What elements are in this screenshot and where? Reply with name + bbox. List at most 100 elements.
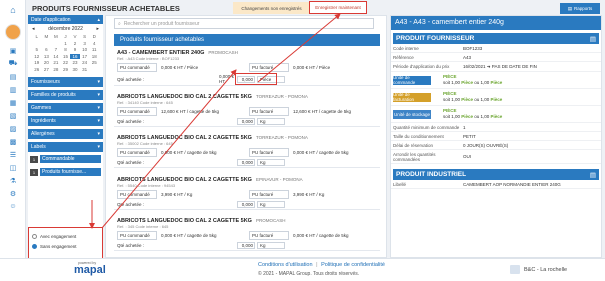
calendar-day[interactable]: 20 xyxy=(42,60,52,65)
calendar-day[interactable]: 15 xyxy=(61,54,71,59)
avec-engagement-option[interactable]: Avec engagement xyxy=(32,231,99,241)
calendar-day xyxy=(89,67,99,72)
save-now-button[interactable]: Enregistrer maintenant xyxy=(309,1,367,14)
calendar-day[interactable]: 19 xyxy=(32,60,42,65)
calendar-day[interactable]: 30 xyxy=(70,67,80,72)
produits-filter[interactable]: 1 Produits fournisse... xyxy=(28,167,103,178)
calendar-day[interactable]: 31 xyxy=(80,67,90,72)
filter-section-5[interactable]: Labels ▾ xyxy=(28,141,103,152)
calendar-day[interactable]: 3 xyxy=(80,41,90,46)
detail-value: OUI xyxy=(463,154,472,159)
weekday-label: L xyxy=(35,34,39,39)
product-item[interactable]: ABRICOTS LANGUEDOC BIO CAL 2 CAGETTE 5KG… xyxy=(114,93,380,127)
libelle-row: Libellé CAMEMBERT AOP NORMANDIE ENTIER 2… xyxy=(391,180,601,189)
calendar-day[interactable]: 12 xyxy=(32,54,42,59)
recipe-icon[interactable]: ▦ xyxy=(0,96,26,109)
calendar-day[interactable]: 29 xyxy=(61,67,71,72)
stock-icon[interactable]: ▧ xyxy=(0,109,26,122)
filter-section-0[interactable]: Fournisseurs ▾ xyxy=(28,76,103,87)
qty-unit-select[interactable]: Kg xyxy=(257,118,285,125)
qty-unit-select[interactable]: Kg xyxy=(257,242,285,249)
calendar-grid: L M M J V S D 1 2 3 4 5 6 7 8 9 10 11 12 13 14 15 16 17 18 19 20 21… xyxy=(32,34,99,72)
unit-button[interactable]: Unité de stockage xyxy=(393,109,431,119)
reports-button[interactable]: ▤ Rapports xyxy=(560,3,600,14)
calendar-day[interactable]: 1 xyxy=(61,41,71,46)
product-item[interactable]: ABRICOTS LANGUEDOC BIO CAL 2 CAGETTE 5KG… xyxy=(114,176,380,210)
settings-icon[interactable]: ⚙ xyxy=(0,187,26,200)
filter-section-4[interactable]: Allergènes ▾ xyxy=(28,128,103,139)
calendar-day[interactable]: 10 xyxy=(80,47,90,52)
user-icon[interactable]: ☺ xyxy=(0,200,26,213)
filter-section-3[interactable]: Ingrédients ▾ xyxy=(28,115,103,126)
calendar-day[interactable]: 24 xyxy=(80,60,90,65)
privacy-link[interactable]: Politique de confidentialité xyxy=(321,262,385,268)
calendar-day[interactable]: 11 xyxy=(89,47,99,52)
document-icon-2[interactable]: ▤ xyxy=(590,171,596,179)
calendar-day[interactable]: 25 xyxy=(89,60,99,65)
calendar-day[interactable]: 7 xyxy=(51,47,61,52)
site-selector[interactable]: B&C - La rochelle xyxy=(510,265,567,274)
detail-value: PETIT xyxy=(463,133,476,139)
calendar-day[interactable]: 14 xyxy=(51,54,61,59)
lab-icon[interactable]: ⚗ xyxy=(0,174,26,187)
chart-icon[interactable]: ▩ xyxy=(0,135,26,148)
qty-input[interactable]: 0,000 xyxy=(237,118,255,125)
sans-radio[interactable] xyxy=(32,243,37,249)
qty-input[interactable]: 0,000 xyxy=(237,159,255,166)
weekday-label: S xyxy=(83,34,87,39)
cart-icon[interactable]: ⛟ xyxy=(0,57,26,70)
qty-input[interactable]: 0,000 xyxy=(237,201,255,208)
qty-unit-select[interactable]: Kg xyxy=(257,201,285,208)
sales-icon[interactable]: ◫ xyxy=(0,161,26,174)
weekday-label: M xyxy=(44,34,49,39)
home-icon[interactable]: ⌂ xyxy=(0,0,26,20)
calendar-day[interactable]: 23 xyxy=(70,60,80,65)
qty-unit-select[interactable]: Kg xyxy=(257,159,285,166)
calendar-day[interactable]: 4 xyxy=(89,41,99,46)
calendar-day[interactable]: 2 xyxy=(70,41,80,46)
list-icon[interactable]: ☰ xyxy=(0,148,26,161)
avatar[interactable] xyxy=(4,24,21,40)
truck-icon[interactable]: ▥ xyxy=(0,83,26,96)
product-item[interactable]: ABRICOTS LANGUEDOC BIO CAL 2 CAGETTE 5KG… xyxy=(114,134,380,168)
document-icon[interactable]: ▤ xyxy=(590,35,596,43)
calendar-day[interactable]: 5 xyxy=(32,47,42,52)
pu-commande-label: PU commandé xyxy=(117,107,157,116)
filter-section-1[interactable]: Familles de produits ▾ xyxy=(28,89,103,100)
prev-month-icon[interactable]: ◂ xyxy=(32,26,35,32)
commandable-filter[interactable]: 1 Commandable xyxy=(28,154,103,165)
calendar-day[interactable]: 28 xyxy=(51,67,61,72)
qty-label: Qté achetée : xyxy=(117,76,145,82)
avec-radio[interactable] xyxy=(32,233,37,239)
unit-button[interactable]: Unité de commande xyxy=(393,75,431,85)
calendar-day[interactable]: 26 xyxy=(32,67,42,72)
calendar-day[interactable]: 6 xyxy=(42,47,52,52)
terms-link[interactable]: Conditions d'utilisation xyxy=(258,262,313,268)
dashboard-icon[interactable]: ▣ xyxy=(0,44,26,57)
sans-engagement-option[interactable]: Sans engagement xyxy=(32,241,99,251)
detail-key: Arrondir les quantités commandées xyxy=(393,151,436,162)
inventory-icon[interactable]: ▨ xyxy=(0,122,26,135)
pu-facture-value: 0,000 € HT / Pièce xyxy=(293,65,331,70)
product-item[interactable]: ABRICOTS LANGUEDOC BIO CAL 2 CAGETTE 5KG… xyxy=(114,217,380,251)
calendar-day[interactable]: 16 xyxy=(70,53,80,59)
unit-button[interactable]: Unité de facturation xyxy=(393,92,431,102)
box-icon[interactable]: ▤ xyxy=(0,70,26,83)
calendar-day[interactable]: 21 xyxy=(51,60,61,65)
search-input[interactable]: ⌕ Rechercher un produit fournisseur xyxy=(114,18,374,29)
filter-section-2[interactable]: Gammes ▾ xyxy=(28,102,103,113)
calendar-day[interactable]: 9 xyxy=(70,47,80,52)
next-month-icon[interactable]: ▸ xyxy=(96,26,99,32)
calendar-day[interactable]: 8 xyxy=(61,47,71,52)
date-filter-header[interactable]: Date d'application ▴ xyxy=(28,15,103,24)
calendar-day[interactable]: 27 xyxy=(42,67,52,72)
qty-input[interactable]: 0,000 xyxy=(237,242,255,249)
chevron-down-icon: ▾ xyxy=(97,130,100,137)
copyright: © 2021 - MAPAL Group. Tous droits réserv… xyxy=(258,271,360,277)
unit-equiv-or: ou 1,00 xyxy=(473,80,491,85)
calendar-day[interactable]: 13 xyxy=(42,54,52,59)
calendar-day[interactable]: 18 xyxy=(89,54,99,59)
libelle-key: Libellé xyxy=(393,181,407,187)
calendar-day[interactable]: 22 xyxy=(61,60,71,65)
calendar-day[interactable]: 17 xyxy=(80,54,90,59)
